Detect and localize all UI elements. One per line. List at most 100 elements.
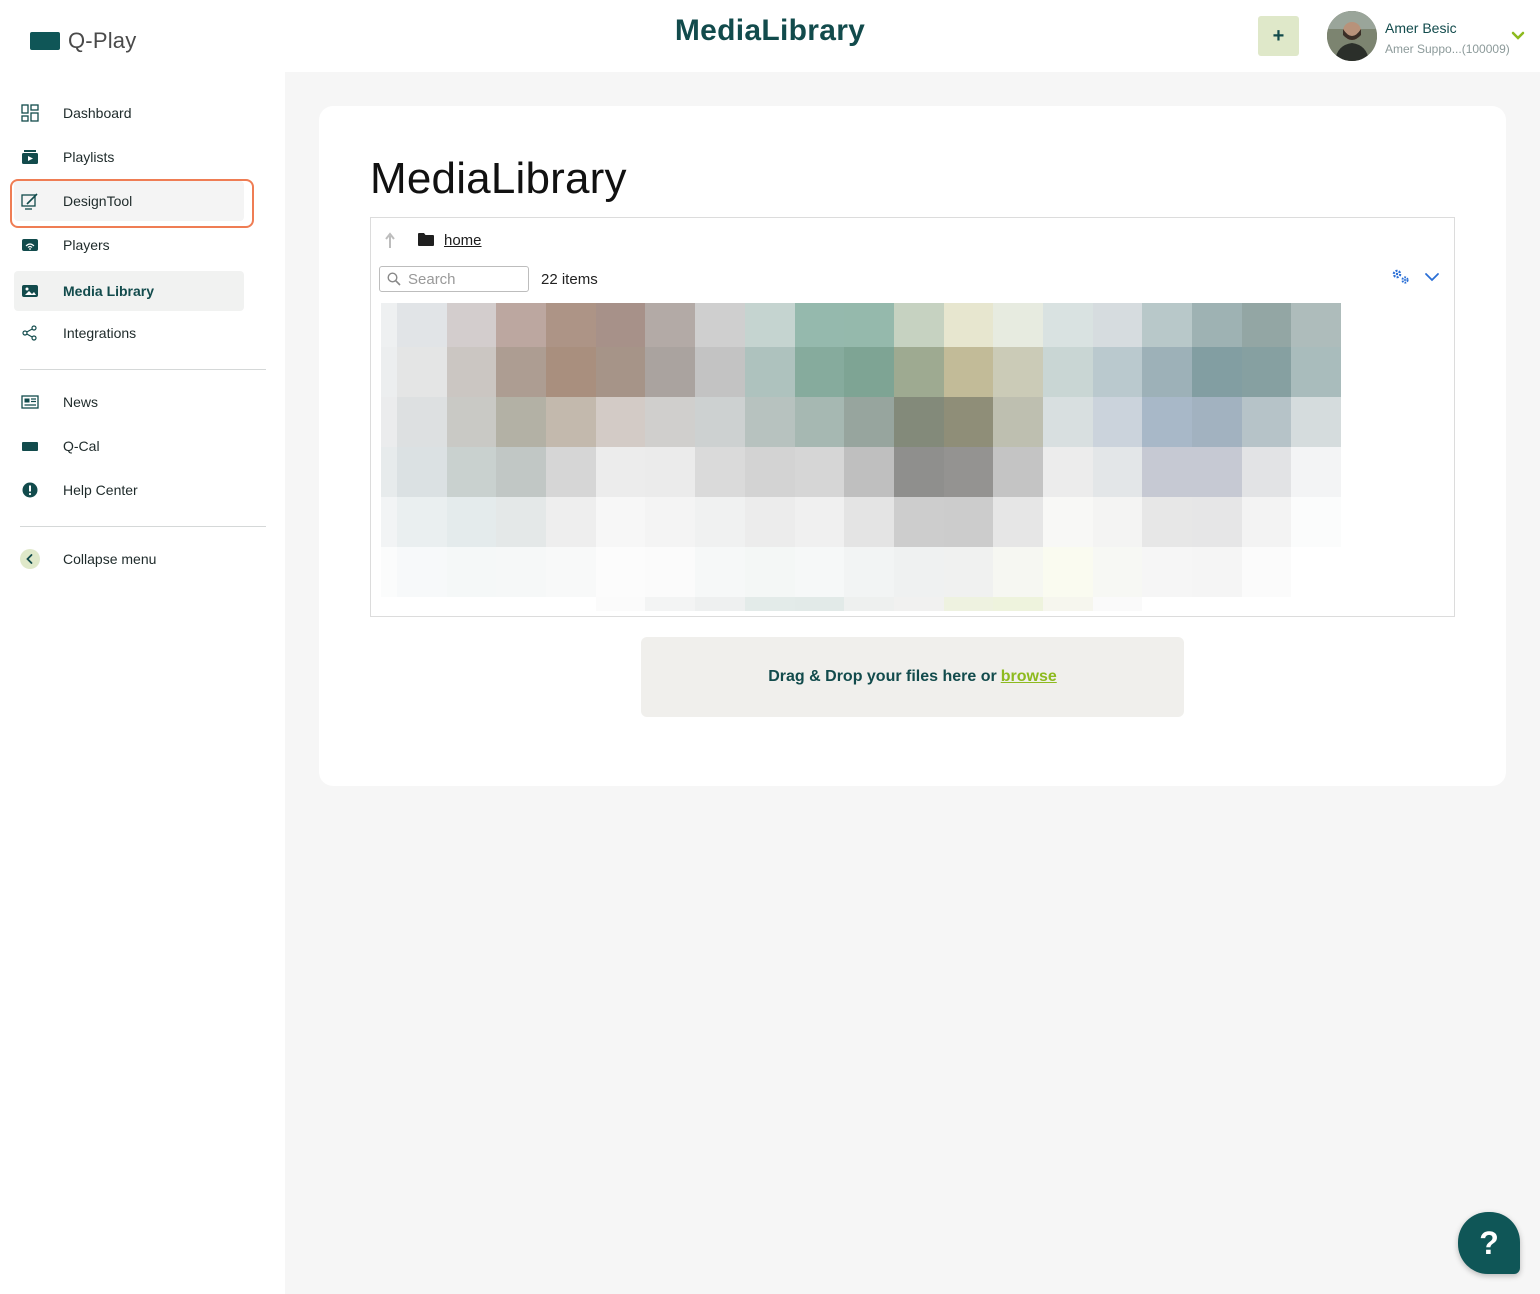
share-icon	[20, 323, 40, 343]
thumbnail-pixel	[993, 303, 1043, 347]
thumbnail-pixel	[1092, 397, 1143, 447]
thumbnail-pixel	[844, 497, 894, 547]
thumbnail-pixel	[844, 547, 894, 597]
thumbnail-pixel	[645, 303, 696, 347]
thumbnail-pixel	[943, 397, 994, 447]
sidebar-item-designtool[interactable]: DesignTool	[14, 181, 244, 221]
sidebar-item-help-center[interactable]: Help Center	[14, 470, 244, 510]
thumbnail-pixel	[893, 547, 944, 597]
thumbnail-pixel	[1241, 447, 1292, 497]
thumbnail-pixel	[993, 347, 1043, 397]
media-library-icon	[20, 281, 40, 301]
item-count: 22 items	[541, 271, 598, 288]
sidebar-item-players[interactable]: Players	[14, 225, 244, 265]
collapse-menu-button[interactable]: Collapse menu	[14, 539, 244, 579]
sidebar-item-dashboard[interactable]: Dashboard	[14, 93, 244, 133]
thumbnail-pixel	[893, 397, 944, 447]
up-level-icon[interactable]	[385, 230, 401, 250]
thumbnail-pixel	[1092, 447, 1143, 497]
thumbnail-pixel	[446, 303, 497, 347]
sidebar-item-label: Q-Cal	[63, 438, 100, 454]
sidebar-divider	[20, 526, 266, 527]
media-thumbnails-preview[interactable]	[381, 303, 1371, 611]
thumbnail-pixel	[744, 547, 795, 597]
thumbnail-pixel	[695, 547, 745, 597]
thumbnail-pixel	[794, 397, 845, 447]
avatar[interactable]	[1327, 11, 1377, 61]
thumbnail-pixel	[1192, 447, 1242, 497]
thumbnail-pixel	[993, 497, 1043, 547]
thumbnail-pixel	[1241, 547, 1292, 597]
chevron-down-icon[interactable]	[1510, 28, 1526, 44]
thumbnail-pixel	[496, 597, 547, 611]
sidebar-divider	[20, 369, 266, 370]
thumbnail-pixel	[1291, 547, 1342, 597]
thumbnail-pixel	[446, 597, 497, 611]
thumbnail-pixel	[595, 497, 646, 547]
thumbnail-pixel	[1291, 447, 1342, 497]
chevron-down-icon[interactable]	[1424, 270, 1440, 284]
thumbnail-pixel	[595, 303, 646, 347]
thumbnail-pixel	[844, 397, 894, 447]
thumbnail-pixel	[1291, 397, 1342, 447]
search-field[interactable]	[379, 266, 529, 292]
thumbnail-pixel	[496, 347, 547, 397]
thumbnail-pixel	[1241, 303, 1292, 347]
thumbnail-pixel	[893, 347, 944, 397]
sidebar-item-integrations[interactable]: Integrations	[14, 313, 244, 353]
thumbnail-pixel	[381, 597, 397, 611]
thumbnail-pixel	[645, 447, 696, 497]
user-name[interactable]: Amer Besic	[1385, 20, 1457, 36]
sidebar-item-playlists[interactable]: Playlists	[14, 137, 244, 177]
thumbnail-pixel	[446, 547, 497, 597]
thumbnail-pixel	[993, 447, 1043, 497]
page-title: MediaLibrary	[370, 154, 627, 203]
thumbnail-pixel	[695, 597, 745, 611]
sidebar-item-news[interactable]: News	[14, 382, 244, 422]
thumbnail-pixel	[943, 347, 994, 397]
thumbnail-pixel	[744, 497, 795, 547]
thumbnail-pixel	[695, 347, 745, 397]
thumbnail-pixel	[1142, 597, 1192, 611]
thumbnail-pixel	[1192, 303, 1242, 347]
thumbnail-pixel	[1192, 547, 1242, 597]
thumbnail-pixel	[496, 303, 547, 347]
thumbnail-pixel	[1092, 547, 1143, 597]
thumbnail-pixel	[1241, 597, 1292, 611]
thumbnail-pixel	[1142, 497, 1192, 547]
thumbnail-pixel	[893, 497, 944, 547]
sidebar-item-label: Integrations	[63, 325, 137, 341]
upload-dropzone[interactable]: Drag & Drop your files here or browse	[641, 637, 1184, 717]
thumbnail-pixel	[1291, 347, 1342, 397]
thumbnail-pixel	[645, 497, 696, 547]
thumbnail-pixel	[446, 447, 497, 497]
thumbnail-pixel	[381, 397, 397, 447]
sidebar-item-media-library[interactable]: Media Library	[14, 271, 244, 311]
thumbnail-pixel	[397, 597, 447, 611]
sidebar-item-q-cal[interactable]: Q-Cal	[14, 426, 244, 466]
add-button[interactable]: +	[1258, 16, 1299, 56]
thumbnail-pixel	[645, 397, 696, 447]
thumbnail-pixel	[794, 447, 845, 497]
help-button[interactable]: ?	[1458, 1212, 1520, 1274]
thumbnail-pixel	[1042, 347, 1093, 397]
dashboard-icon	[20, 103, 40, 123]
thumbnail-pixel	[546, 447, 596, 497]
thumbnail-pixel	[695, 497, 745, 547]
thumbnail-pixel	[1291, 497, 1342, 547]
sidebar-item-label: DesignTool	[63, 193, 133, 209]
thumbnail-pixel	[794, 547, 845, 597]
media-library-card: MediaLibrary home 22 items	[319, 106, 1506, 786]
search-input[interactable]	[408, 270, 526, 288]
thumbnail-pixel	[1142, 347, 1192, 397]
thumbnail-pixel	[446, 497, 497, 547]
browse-link[interactable]: browse	[1001, 668, 1057, 686]
thumbnail-pixel	[446, 397, 497, 447]
thumbnail-pixel	[381, 447, 397, 497]
breadcrumb-home[interactable]: home	[444, 232, 482, 249]
thumbnail-pixel	[1192, 347, 1242, 397]
thumbnail-pixel	[595, 397, 646, 447]
settings-gears-icon[interactable]	[1391, 268, 1411, 286]
thumbnail-pixel	[645, 347, 696, 397]
thumbnail-pixel	[1142, 303, 1192, 347]
